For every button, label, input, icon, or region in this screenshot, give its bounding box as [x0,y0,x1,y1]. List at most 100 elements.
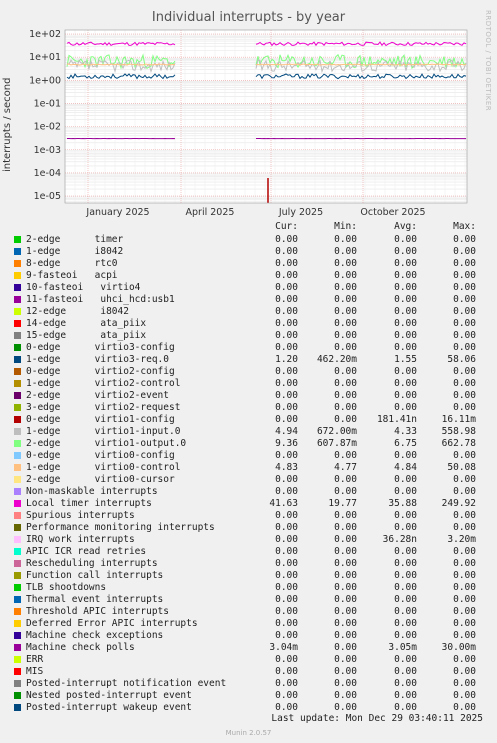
legend-series-name: 12-edge i8042 [26,306,129,317]
legend-series-name: 1-edge virtio3-req.0 [26,354,169,365]
interrupts-chart: 1e+02 1e+01 1e+00 1e-01 1e-02 1e-03 1e-04 1e-05… [29,29,468,218]
legend-row: 8-edge rtc0 0.00 0.00 0.00 0.00 [0,258,497,270]
legend-series-name: 0-edge virtio1-config [26,414,175,425]
legend-series-name: Posted-interrupt wakeup event [26,702,192,713]
legend-swatch [14,308,21,315]
legend-swatch [14,332,21,339]
legend-row: Machine check polls 3.04m 0.00 3.05m 30.00m [0,642,497,654]
legend-max-value: 0.00 [453,594,476,605]
legend-swatch [14,272,21,279]
legend-max-value: 16.11m [441,414,476,425]
legend-row: TLB shootdowns 0.00 0.00 0.00 0.00 [0,582,497,594]
legend-series-name: 2-edge virtio2-event [26,390,169,401]
legend-series-name: 1-edge virtio0-control [26,462,181,473]
legend-row: Threshold APIC interrupts 0.00 0.00 0.00 0.0… [0,606,497,618]
legend-swatch [14,236,21,243]
legend-swatch [14,644,21,651]
legend-row: Performance monitoring interrupts 0.00 0.0… [0,522,497,534]
legend-swatch [14,488,21,495]
legend-row: Deferred Error APIC interrupts 0.00 0.00 0.… [0,618,497,630]
legend-max-value: 0.00 [453,282,476,293]
legend-row: 14-edge ata_piix 0.00 0.00 0.00 0.00 [0,318,497,330]
legend-swatch [14,596,21,603]
legend-max-value: 0.00 [453,270,476,281]
legend-swatch [14,452,21,459]
legend-series-name: 2-edge virtio1-output.0 [26,438,187,449]
legend-series-name: Machine check polls [26,642,135,653]
legend-series-name: Machine check exceptions [26,630,164,641]
legend-row: 0-edge virtio3-config 0.00 0.00 0.00 0.00 [0,342,497,354]
y-tick-label: 1e+02 [29,29,61,40]
legend-series-name: 2-edge virtio0-cursor [26,474,175,485]
legend-row: Spurious interrupts 0.00 0.00 0.00 0.00 [0,510,497,522]
legend-swatch [14,476,21,483]
legend-swatch [14,572,21,579]
munin-version: Munin 2.0.57 [225,729,272,737]
legend-row: 10-fasteoi virtio4 0.00 0.00 0.00 0.00 [0,282,497,294]
y-tick-label: 1e-04 [34,168,61,179]
legend-max-value: 0.00 [453,246,476,257]
legend-row: 2-edge virtio2-event 0.00 0.00 0.00 0.00 [0,390,497,402]
y-tick-label: 1e-01 [34,98,61,109]
y-tick-label: 1e+00 [29,75,61,86]
legend-series-name: 15-edge ata_piix [26,330,147,341]
legend-max-value: 0.00 [453,654,476,665]
legend-row: 2-edge timer 0.00 0.00 0.00 0.00 [0,234,497,246]
legend-row: Thermal event interrupts 0.00 0.00 0.00 0.00 [0,594,497,606]
legend-swatch [14,632,21,639]
legend-swatch [14,548,21,555]
plot-area [65,30,467,203]
legend-swatch [14,656,21,663]
legend-row: 0-edge virtio2-config 0.00 0.00 0.00 0.00 [0,366,497,378]
legend-series-name: Rescheduling interrupts [26,558,158,569]
legend-max-value: 0.00 [453,618,476,629]
legend-series-name: 1-edge virtio2-control [26,378,181,389]
legend-series-name: Performance monitoring interrupts [26,522,215,533]
legend-max-value: 30.00m [441,642,476,653]
legend-series-name: 9-fasteoi acpi [26,270,118,281]
legend-max-value: 58.06 [447,354,476,365]
legend-row: 1-edge virtio1-input.0 4.94 672.00m 4.33 558… [0,426,497,438]
legend-max-value: 0.00 [453,450,476,461]
legend-series-name: 3-edge virtio2-request [26,402,181,413]
legend-max-value: 0.00 [453,522,476,533]
legend-series-name: 1-edge i8042 [26,246,124,257]
legend-swatch [14,392,21,399]
legend-swatch [14,524,21,531]
legend-max-value: 0.00 [453,306,476,317]
legend-row: Nested posted-interrupt event 0.00 0.00 0.0… [0,690,497,702]
legend-max-value: 0.00 [453,294,476,305]
legend-series-name: Threshold APIC interrupts [26,606,169,617]
legend-max-value: 0.00 [453,474,476,485]
legend-swatch [14,464,21,471]
legend-swatch [14,704,21,711]
legend-row: IRQ work interrupts 0.00 0.00 36.28n 3.20m [0,534,497,546]
legend-series-name: Function call interrupts [26,570,164,581]
legend-max-value: 0.00 [453,546,476,557]
legend-row: MIS 0.00 0.00 0.00 0.00 [0,666,497,678]
legend-series-name: IRQ work interrupts [26,534,135,545]
legend-swatch [14,584,21,591]
legend-swatch [14,296,21,303]
legend-row: 9-fasteoi acpi 0.00 0.00 0.00 0.00 [0,270,497,282]
y-tick-label: 1e-03 [34,145,61,156]
legend-row: Function call interrupts 0.00 0.00 0.00 0.00 [0,570,497,582]
x-tick-label: January 2025 [85,207,149,218]
legend-row: 15-edge ata_piix 0.00 0.00 0.00 0.00 [0,330,497,342]
legend-max-value: 0.00 [453,330,476,341]
legend-swatch [14,404,21,411]
legend-max-value: 0.00 [453,486,476,497]
legend-row: APIC ICR read retries 0.00 0.00 0.00 0.00 [0,546,497,558]
legend-swatch [14,680,21,687]
legend-series-name: 14-edge ata_piix [26,318,147,329]
legend-swatch [14,344,21,351]
legend-row: 3-edge virtio2-request 0.00 0.00 0.00 0.00 [0,402,497,414]
y-tick-label: 1e-05 [34,191,61,202]
legend-max-value: 3.20m [447,534,476,545]
legend-series-name: ERR [26,654,44,665]
legend-max-value: 0.00 [453,234,476,245]
legend-series-name: 0-edge virtio2-config [26,366,175,377]
legend-max-value: 0.00 [453,690,476,701]
legend-row: Rescheduling interrupts 0.00 0.00 0.00 0.00 [0,558,497,570]
legend-swatch [14,608,21,615]
